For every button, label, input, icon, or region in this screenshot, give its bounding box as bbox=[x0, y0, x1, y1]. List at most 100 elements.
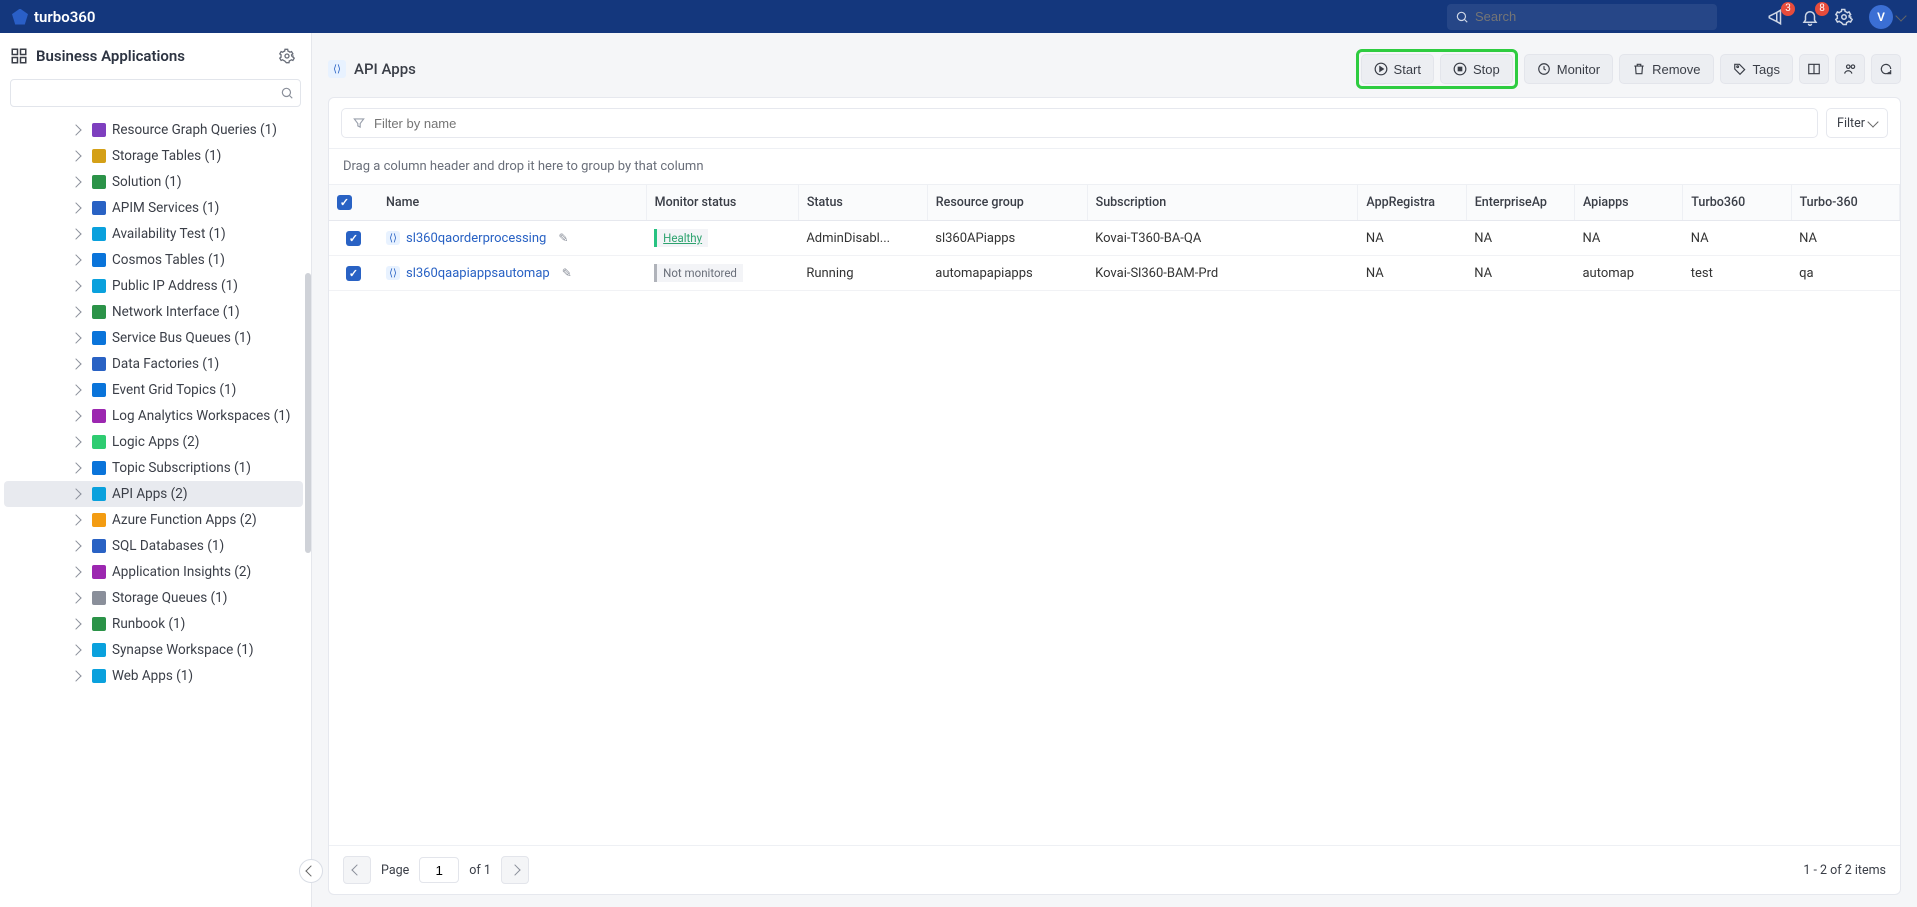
sidebar-item[interactable]: Log Analytics Workspaces (1) bbox=[4, 403, 303, 429]
share-button[interactable] bbox=[1835, 54, 1865, 84]
row-checkbox[interactable] bbox=[346, 231, 361, 246]
sidebar-search[interactable] bbox=[10, 79, 301, 107]
sidebar-gear-icon[interactable] bbox=[279, 48, 295, 64]
column-header[interactable]: AppRegistra bbox=[1358, 185, 1466, 221]
columns-button[interactable] bbox=[1799, 54, 1829, 84]
sidebar-item[interactable]: Application Insights (2) bbox=[4, 559, 303, 585]
sidebar-item[interactable]: Network Interface (1) bbox=[4, 299, 303, 325]
chevron-right-icon bbox=[70, 670, 81, 681]
monitor-status-pill[interactable]: Healthy bbox=[654, 229, 708, 247]
table-row[interactable]: ⟨⟩ sl360qaapiappsautomap ✎ Not monitored… bbox=[329, 256, 1900, 291]
sidebar-item[interactable]: APIM Services (1) bbox=[4, 195, 303, 221]
sidebar-search-input[interactable] bbox=[17, 86, 280, 101]
sidebar-item[interactable]: Logic Apps (2) bbox=[4, 429, 303, 455]
users-icon bbox=[1843, 62, 1857, 76]
column-header[interactable]: Turbo360 bbox=[1683, 185, 1791, 221]
sidebar-item[interactable]: Synapse Workspace (1) bbox=[4, 637, 303, 663]
sidebar-item-label: Synapse Workspace (1) bbox=[112, 642, 254, 658]
cell: NA bbox=[1358, 221, 1466, 256]
sidebar-item[interactable]: Storage Queues (1) bbox=[4, 585, 303, 611]
column-header[interactable]: Subscription bbox=[1087, 185, 1358, 221]
page-number-input[interactable] bbox=[419, 857, 459, 883]
collapse-sidebar-button[interactable] bbox=[299, 859, 323, 883]
sidebar-item[interactable]: Data Factories (1) bbox=[4, 351, 303, 377]
notifications-button[interactable]: 8 bbox=[1801, 8, 1819, 26]
brand-name: turbo360 bbox=[34, 8, 95, 26]
sidebar-item-label: Runbook (1) bbox=[112, 616, 185, 632]
refresh-button[interactable] bbox=[1871, 54, 1901, 84]
chevron-right-icon bbox=[70, 514, 81, 525]
scrollbar[interactable] bbox=[305, 273, 311, 553]
sidebar-item[interactable]: Solution (1) bbox=[4, 169, 303, 195]
group-by-hint[interactable]: Drag a column header and drop it here to… bbox=[329, 149, 1900, 185]
user-menu[interactable]: V bbox=[1869, 5, 1905, 29]
status-cell: AdminDisabl... bbox=[798, 221, 927, 256]
next-page-button[interactable] bbox=[501, 856, 529, 884]
row-checkbox[interactable] bbox=[346, 266, 361, 281]
logo[interactable]: turbo360 bbox=[12, 8, 95, 26]
monitor-status-pill[interactable]: Not monitored bbox=[654, 264, 743, 282]
global-search[interactable] bbox=[1447, 4, 1717, 30]
resource-name-link[interactable]: sl360qaorderprocessing bbox=[406, 231, 546, 246]
sidebar-item[interactable]: Azure Function Apps (2) bbox=[4, 507, 303, 533]
chevron-right-icon bbox=[70, 358, 81, 369]
resource-type-icon bbox=[92, 279, 106, 293]
chevron-right-icon bbox=[70, 488, 81, 499]
sidebar-item-label: Network Interface (1) bbox=[112, 304, 240, 320]
tags-button[interactable]: Tags bbox=[1720, 54, 1793, 84]
monitor-label: Monitor bbox=[1557, 62, 1600, 77]
apps-icon bbox=[10, 47, 28, 65]
page-label: Page bbox=[381, 863, 409, 878]
resource-type-icon bbox=[92, 669, 106, 683]
filter-input[interactable] bbox=[374, 116, 1807, 131]
column-header[interactable]: Apiapps bbox=[1574, 185, 1682, 221]
column-header[interactable]: Monitor status bbox=[646, 185, 798, 221]
select-all-checkbox[interactable] bbox=[337, 195, 352, 210]
chevron-right-icon bbox=[70, 332, 81, 343]
global-search-input[interactable] bbox=[1475, 9, 1709, 24]
topbar: turbo360 3 8 V bbox=[0, 0, 1917, 33]
api-apps-icon: ⟨⟩ bbox=[328, 60, 346, 78]
sidebar-item-label: Solution (1) bbox=[112, 174, 182, 190]
column-header[interactable]: EnterpriseAp bbox=[1466, 185, 1574, 221]
edit-icon[interactable]: ✎ bbox=[558, 231, 568, 245]
column-header[interactable]: Status bbox=[798, 185, 927, 221]
sidebar-item[interactable]: Topic Subscriptions (1) bbox=[4, 455, 303, 481]
table-row[interactable]: ⟨⟩ sl360qaorderprocessing ✎ Healthy Admi… bbox=[329, 221, 1900, 256]
sidebar-item-label: Cosmos Tables (1) bbox=[112, 252, 225, 268]
sidebar-item[interactable]: Service Bus Queues (1) bbox=[4, 325, 303, 351]
sidebar-item[interactable]: Event Grid Topics (1) bbox=[4, 377, 303, 403]
column-header[interactable]: Turbo-360 bbox=[1791, 185, 1899, 221]
column-header[interactable]: Name bbox=[378, 185, 646, 221]
filter-dropdown[interactable]: Filter bbox=[1826, 108, 1888, 138]
sidebar-item[interactable]: Storage Tables (1) bbox=[4, 143, 303, 169]
edit-icon[interactable]: ✎ bbox=[562, 266, 572, 280]
settings-button[interactable] bbox=[1835, 8, 1853, 26]
monitor-button[interactable]: Monitor bbox=[1524, 54, 1613, 84]
resource-type-icon bbox=[92, 513, 106, 527]
chevron-right-icon bbox=[70, 618, 81, 629]
cell: NA bbox=[1791, 221, 1899, 256]
sidebar-item[interactable]: Web Apps (1) bbox=[4, 663, 303, 689]
sidebar-item[interactable]: SQL Databases (1) bbox=[4, 533, 303, 559]
filter-by-name[interactable] bbox=[341, 108, 1818, 138]
cell: NA bbox=[1574, 221, 1682, 256]
sidebar-item[interactable]: API Apps (2) bbox=[4, 481, 303, 507]
sidebar-item[interactable]: Public IP Address (1) bbox=[4, 273, 303, 299]
sidebar-item[interactable]: Cosmos Tables (1) bbox=[4, 247, 303, 273]
sidebar-item[interactable]: Runbook (1) bbox=[4, 611, 303, 637]
start-button[interactable]: Start bbox=[1361, 54, 1434, 84]
prev-page-button[interactable] bbox=[343, 856, 371, 884]
notifications-badge: 8 bbox=[1815, 2, 1829, 16]
remove-button[interactable]: Remove bbox=[1619, 54, 1713, 84]
stop-button[interactable]: Stop bbox=[1440, 54, 1513, 84]
column-header[interactable]: Resource group bbox=[927, 185, 1087, 221]
sidebar-item[interactable]: Availability Test (1) bbox=[4, 221, 303, 247]
sidebar-item[interactable]: Resource Graph Queries (1) bbox=[4, 117, 303, 143]
refresh-icon bbox=[1879, 62, 1893, 76]
chevron-right-icon bbox=[70, 592, 81, 603]
announcements-button[interactable]: 3 bbox=[1767, 8, 1785, 26]
resource-name-link[interactable]: sl360qaapiappsautomap bbox=[406, 266, 550, 281]
chevron-down-icon bbox=[1895, 10, 1906, 21]
sidebar-item-label: Web Apps (1) bbox=[112, 668, 193, 684]
